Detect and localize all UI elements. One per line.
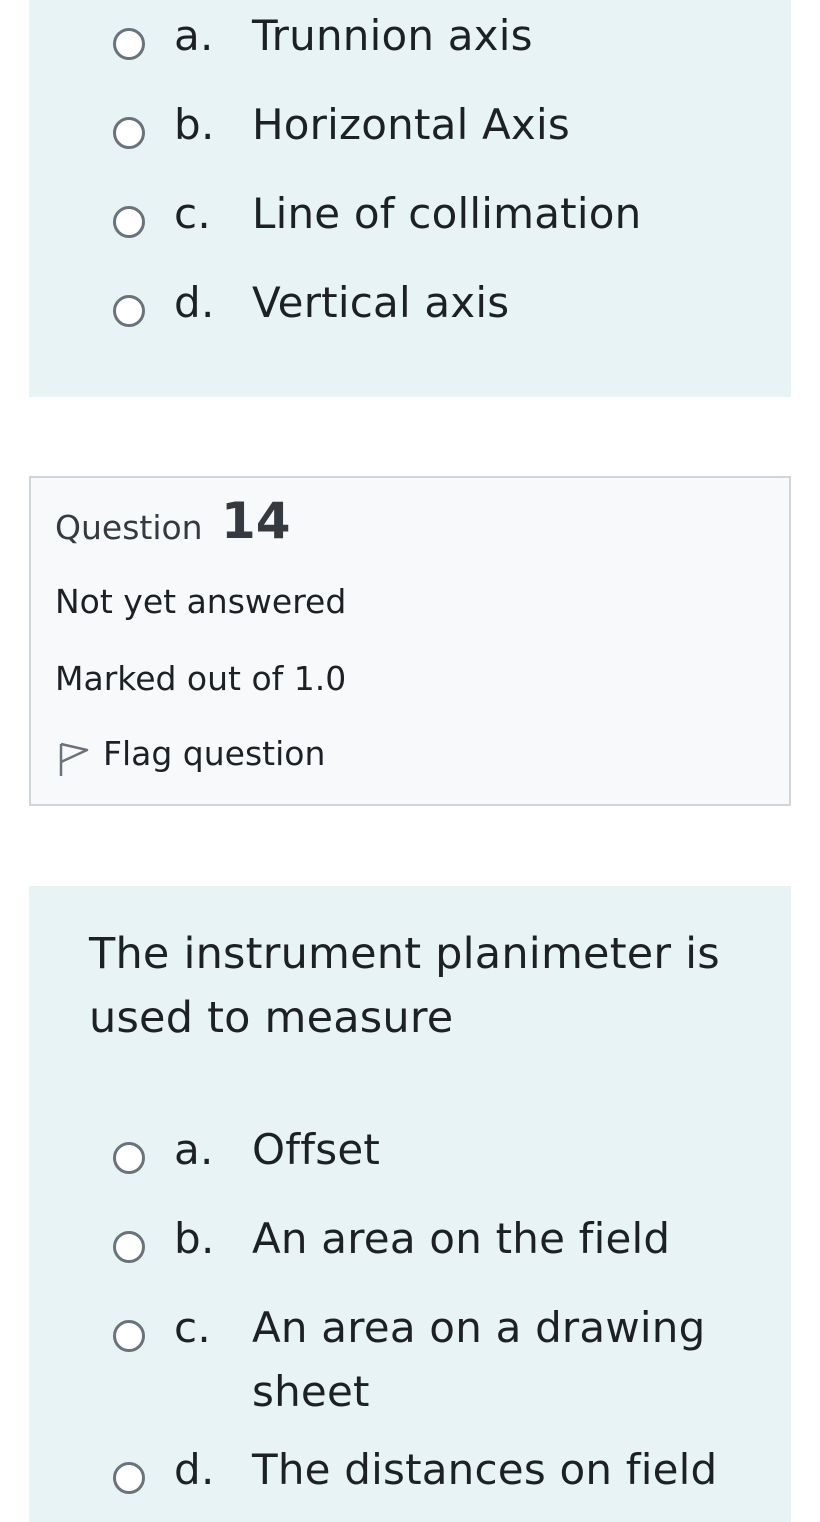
option-text[interactable]: Horizontal Axis	[252, 93, 752, 157]
flag-question-link[interactable]: Flag question	[103, 734, 325, 773]
radio-button[interactable]	[113, 117, 145, 149]
radio-button[interactable]	[113, 206, 145, 238]
option-letter: c.	[174, 189, 212, 238]
option-text[interactable]: Line of collimation	[252, 182, 752, 246]
option-text[interactable]: Trunnion axis	[252, 4, 752, 68]
question-number: 14	[221, 492, 291, 550]
question-label: Question	[55, 508, 203, 547]
option-text[interactable]: An area on the field	[252, 1207, 752, 1271]
option-text[interactable]: An area on a drawing sheet	[252, 1296, 752, 1424]
option-letter: b.	[174, 100, 215, 149]
radio-button[interactable]	[113, 295, 145, 327]
option-text[interactable]: The distances on field	[252, 1438, 752, 1502]
question-status: Not yet answered	[55, 582, 347, 621]
option-letter: d.	[174, 278, 215, 327]
question-marks: Marked out of 1.0	[55, 659, 347, 698]
option-letter: a.	[174, 11, 214, 60]
option-letter: c.	[174, 1303, 212, 1352]
option-letter: d.	[174, 1445, 215, 1494]
option-text[interactable]: Vertical axis	[252, 271, 752, 335]
question-text: The instrument planimeter is used to mea…	[89, 929, 720, 1043]
radio-button[interactable]	[113, 1142, 145, 1174]
question-content: The instrument planimeter is used to mea…	[29, 886, 791, 1522]
option-letter: a.	[174, 1125, 214, 1174]
question-info: Question 14 Not yet answered Marked out …	[29, 476, 791, 806]
radio-button[interactable]	[113, 1320, 145, 1352]
radio-button[interactable]	[113, 1462, 145, 1494]
option-letter: b.	[174, 1214, 215, 1263]
radio-button[interactable]	[113, 28, 145, 60]
flag-outline-icon[interactable]	[55, 740, 89, 778]
previous-question-answers: a. Trunnion axis b. Horizontal Axis c. L…	[29, 0, 791, 397]
radio-button[interactable]	[113, 1231, 145, 1263]
option-text[interactable]: Offset	[252, 1118, 752, 1182]
